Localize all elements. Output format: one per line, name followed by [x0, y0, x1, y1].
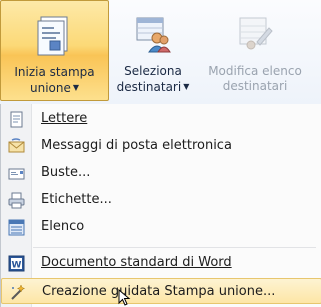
- svg-text:W: W: [12, 261, 22, 271]
- word-icon: W: [8, 255, 25, 272]
- start-mail-merge-menu: Lettere Messaggi di posta elettronica Bu…: [0, 104, 321, 307]
- select-recipients-label-2: destinatari: [116, 80, 182, 94]
- mouse-cursor-icon: [118, 289, 131, 306]
- start-mail-merge-button[interactable]: Inizia stampa unione ▼: [0, 0, 109, 101]
- menu-item-label: Documento standard di Word: [41, 255, 232, 270]
- envelope-mail-icon: [8, 138, 25, 153]
- menu-item-label: Elenco: [41, 219, 85, 234]
- letter-icon: [10, 111, 23, 128]
- edit-recipient-list-button[interactable]: Modifica elenco destinatari: [195, 0, 315, 101]
- mail-merge-window: Inizia stampa unione ▼ Seleziona destinat…: [0, 0, 321, 307]
- wizard-icon: [11, 284, 26, 300]
- menu-item-labels[interactable]: Etichette...: [1, 187, 321, 213]
- menu-item-envelopes[interactable]: Buste...: [1, 160, 321, 186]
- start-mail-merge-label-1: Inizia stampa: [14, 65, 95, 79]
- menu-item-label: Messaggi di posta elettronica: [41, 138, 232, 153]
- directory-list-icon: [8, 219, 25, 236]
- menu-item-email-messages[interactable]: Messaggi di posta elettronica: [1, 133, 321, 159]
- menu-separator: [33, 247, 316, 248]
- dropdown-arrow-icon: ▼: [183, 82, 190, 91]
- menu-item-label: Etichette...: [41, 192, 112, 207]
- menu-item-normal-word-document[interactable]: W Documento standard di Word: [1, 250, 321, 276]
- menu-item-letters[interactable]: Lettere: [1, 106, 321, 132]
- menu-item-mail-merge-wizard[interactable]: Creazione guidata Stampa unione...: [1, 278, 321, 304]
- labels-printer-icon: [8, 192, 25, 209]
- edit-list-icon: [239, 17, 273, 50]
- menu-item-label: Lettere: [41, 111, 88, 126]
- dropdown-arrow-icon: ▼: [72, 83, 80, 92]
- select-recipients-button[interactable]: Seleziona destinatari ▼: [113, 0, 193, 101]
- select-recipients-label-1: Seleziona: [124, 64, 182, 78]
- edit-recipient-list-label-2: destinatari: [222, 79, 288, 93]
- envelope-icon: [8, 168, 25, 180]
- menu-item-directory[interactable]: Elenco: [1, 214, 321, 240]
- menu-item-label: Buste...: [41, 165, 91, 180]
- edit-recipient-list-label-1: Modifica elenco: [208, 64, 302, 78]
- recipients-icon: [136, 17, 171, 53]
- ribbon-group: Inizia stampa unione ▼ Seleziona destinat…: [0, 0, 321, 105]
- start-mail-merge-label-2: unione: [29, 81, 71, 95]
- menu-item-label: Creazione guidata Stampa unione...: [42, 284, 276, 299]
- document-merge-icon: [37, 16, 67, 56]
